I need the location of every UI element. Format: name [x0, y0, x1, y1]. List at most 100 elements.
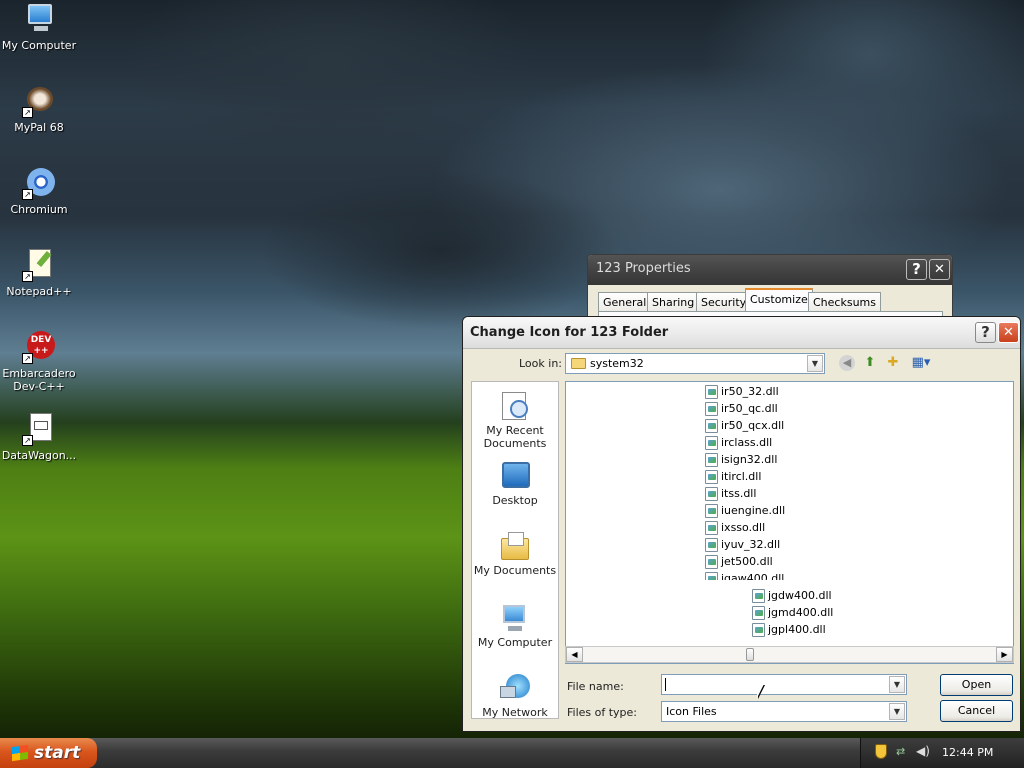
- file-item[interactable]: irclass.dll: [705, 435, 772, 451]
- up-folder-icon[interactable]: ⬆: [861, 354, 879, 372]
- help-button[interactable]: ?: [906, 259, 927, 280]
- dll-file-icon: [705, 555, 718, 569]
- desktop-icon: [498, 460, 532, 492]
- file-name-input[interactable]: ▼: [661, 674, 907, 695]
- start-button[interactable]: start: [0, 738, 97, 768]
- desktop-icon-notepadpp[interactable]: ↗ Notepad++: [0, 248, 78, 298]
- place-my-documents[interactable]: My Documents: [472, 530, 558, 577]
- file-item[interactable]: itss.dll: [705, 486, 756, 502]
- dll-file-icon: [705, 385, 718, 399]
- chevron-down-icon[interactable]: ▼: [807, 355, 823, 372]
- scroll-thumb[interactable]: [746, 648, 754, 661]
- file-item[interactable]: ixsso.dll: [705, 520, 765, 536]
- dll-file-icon: [705, 436, 718, 450]
- properties-titlebar[interactable]: 123 Properties: [588, 255, 952, 285]
- tab-checksums[interactable]: Checksums: [808, 292, 881, 311]
- file-name-label: File name:: [567, 680, 624, 693]
- network-tray-icon[interactable]: ⇄: [896, 745, 905, 758]
- desktop-icon-mypal[interactable]: ↗ MyPal 68: [0, 84, 78, 134]
- text-caret: [665, 678, 666, 691]
- file-item[interactable]: ir50_32.dll: [705, 384, 779, 400]
- dll-file-icon: [705, 487, 718, 501]
- dll-file-icon: [752, 589, 765, 603]
- chevron-down-icon[interactable]: ▼: [889, 676, 905, 693]
- dll-file-icon: [705, 521, 718, 535]
- file-item[interactable]: itircl.dll: [705, 469, 761, 485]
- file-list[interactable]: ir50_32.dll ir50_qc.dll ir50_qcx.dll irc…: [565, 381, 1014, 664]
- scroll-right-button[interactable]: ▶: [996, 647, 1013, 662]
- notepadpp-icon: ↗: [22, 248, 56, 282]
- network-icon: [498, 672, 532, 704]
- file-item[interactable]: jet500.dll: [705, 554, 773, 570]
- file-item[interactable]: ir50_qc.dll: [705, 401, 778, 417]
- tab-security[interactable]: Security: [696, 292, 752, 311]
- dll-file-icon: [752, 623, 765, 637]
- dll-file-icon: [705, 470, 718, 484]
- desktop-icon-my-computer[interactable]: My Computer: [0, 2, 78, 52]
- dialog-titlebar[interactable]: Change Icon for 123 Folder: [463, 317, 1020, 349]
- desktop-icon-datawagon[interactable]: ↗ DataWagon...: [0, 412, 78, 462]
- view-menu-icon[interactable]: ▦▾: [909, 354, 933, 372]
- dialog-title: Change Icon for 123 Folder: [470, 325, 669, 340]
- desktop-icon-devcpp[interactable]: DEV ++ ↗ Embarcadero Dev-C++: [0, 330, 78, 393]
- system-tray: ⇄ ◀) 12:44 PM: [860, 738, 1024, 768]
- place-recent-documents[interactable]: My Recent Documents: [472, 390, 558, 450]
- mypal-icon: ↗: [22, 84, 56, 118]
- tab-customize[interactable]: Customize: [745, 288, 813, 312]
- file-item[interactable]: ir50_qcx.dll: [705, 418, 784, 434]
- change-icon-dialog: Change Icon for 123 Folder ? ✕ Look in: …: [462, 316, 1021, 732]
- cancel-button[interactable]: Cancel: [940, 700, 1013, 722]
- horizontal-scrollbar[interactable]: ◀ ▶: [565, 646, 1014, 663]
- files-of-type-dropdown[interactable]: Icon Files ▼: [661, 701, 907, 722]
- file-item[interactable]: iyuv_32.dll: [705, 537, 780, 553]
- close-button[interactable]: ✕: [998, 322, 1019, 343]
- tab-general[interactable]: General: [598, 292, 652, 311]
- open-button[interactable]: Open: [940, 674, 1013, 696]
- shield-icon[interactable]: [875, 744, 887, 759]
- dll-file-icon: [705, 419, 718, 433]
- taskbar: start ⇄ ◀) 12:44 PM: [0, 738, 1024, 768]
- file-item[interactable]: jgdw400.dll: [752, 588, 832, 604]
- file-item[interactable]: jgaw400.dll: [705, 571, 784, 580]
- recent-documents-icon: [498, 390, 532, 422]
- new-folder-icon[interactable]: ✚: [884, 354, 902, 372]
- volume-icon[interactable]: ◀): [916, 744, 930, 758]
- dll-file-icon: [705, 402, 718, 416]
- dll-file-icon: [705, 572, 718, 580]
- desktop-icon-label: MyPal 68: [14, 121, 64, 134]
- close-button[interactable]: ✕: [929, 259, 950, 280]
- desktop-icon-label: My Computer: [1, 39, 77, 52]
- tab-sharing[interactable]: Sharing: [647, 292, 700, 311]
- back-icon[interactable]: ◀: [839, 355, 855, 371]
- document-icon: ↗: [22, 412, 56, 446]
- chevron-down-icon[interactable]: ▼: [889, 703, 905, 720]
- desktop-icon-chromium[interactable]: ↗ Chromium: [0, 166, 78, 216]
- file-item[interactable]: iuengine.dll: [705, 503, 785, 519]
- computer-icon: [22, 2, 56, 36]
- desktop-icon-label: Notepad++: [6, 285, 72, 298]
- my-documents-icon: [498, 530, 532, 562]
- look-in-value: system32: [590, 357, 644, 370]
- desktop-icon-label: DataWagon...: [1, 449, 77, 462]
- place-desktop[interactable]: Desktop: [472, 460, 558, 507]
- file-item[interactable]: jgpl400.dll: [752, 622, 826, 638]
- place-my-network[interactable]: My Network: [472, 672, 558, 719]
- files-of-type-label: Files of type:: [567, 706, 638, 719]
- look-in-label: Look in:: [519, 357, 562, 370]
- dll-file-icon: [752, 606, 765, 620]
- file-item[interactable]: jgmd400.dll: [752, 605, 833, 621]
- devcpp-icon: DEV ++ ↗: [22, 330, 56, 364]
- dll-file-icon: [705, 453, 718, 467]
- windows-logo-icon: [12, 744, 28, 762]
- places-bar: My Recent Documents Desktop My Documents…: [471, 381, 559, 719]
- look-in-dropdown[interactable]: system32 ▼: [565, 353, 825, 374]
- file-item[interactable]: isign32.dll: [705, 452, 777, 468]
- place-my-computer[interactable]: My Computer: [472, 602, 558, 649]
- properties-title: 123 Properties: [596, 261, 691, 276]
- folder-icon: [571, 358, 586, 369]
- mouse-pointer-icon: [757, 684, 764, 698]
- scroll-left-button[interactable]: ◀: [566, 647, 583, 662]
- dll-file-icon: [705, 504, 718, 518]
- help-button[interactable]: ?: [975, 322, 996, 343]
- clock[interactable]: 12:44 PM: [942, 746, 993, 759]
